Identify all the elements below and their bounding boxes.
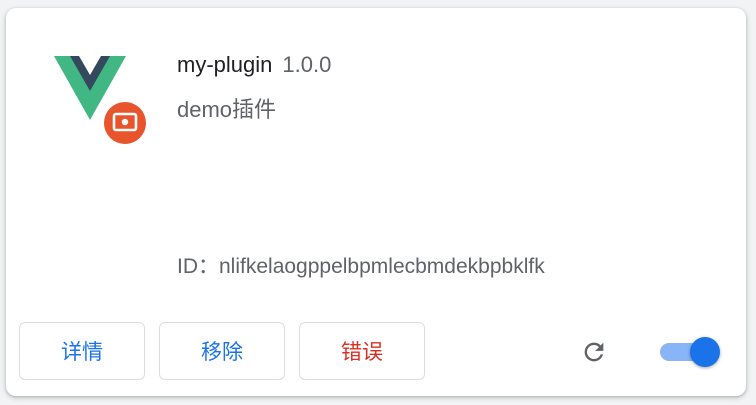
extension-id: ID：nlifkelaogppelbpmlecbmdekbpbklfk — [177, 255, 545, 278]
extension-card: my-plugin 1.0.0 demo插件 ID：nlifkelaogppelb… — [6, 8, 746, 396]
extension-title: my-plugin 1.0.0 — [177, 51, 331, 79]
enable-toggle[interactable] — [658, 337, 720, 367]
extension-name: my-plugin — [177, 52, 273, 77]
reload-icon[interactable] — [580, 338, 608, 366]
details-button[interactable]: 详情 — [19, 322, 145, 380]
extension-description: demo插件 — [177, 97, 277, 122]
remove-button[interactable]: 移除 — [159, 322, 285, 380]
extension-version: 1.0.0 — [282, 52, 332, 77]
toggle-knob — [690, 337, 720, 367]
errors-button[interactable]: 错误 — [299, 322, 425, 380]
extension-logo-icon — [54, 56, 146, 144]
inspect-view-badge-icon — [104, 102, 146, 144]
